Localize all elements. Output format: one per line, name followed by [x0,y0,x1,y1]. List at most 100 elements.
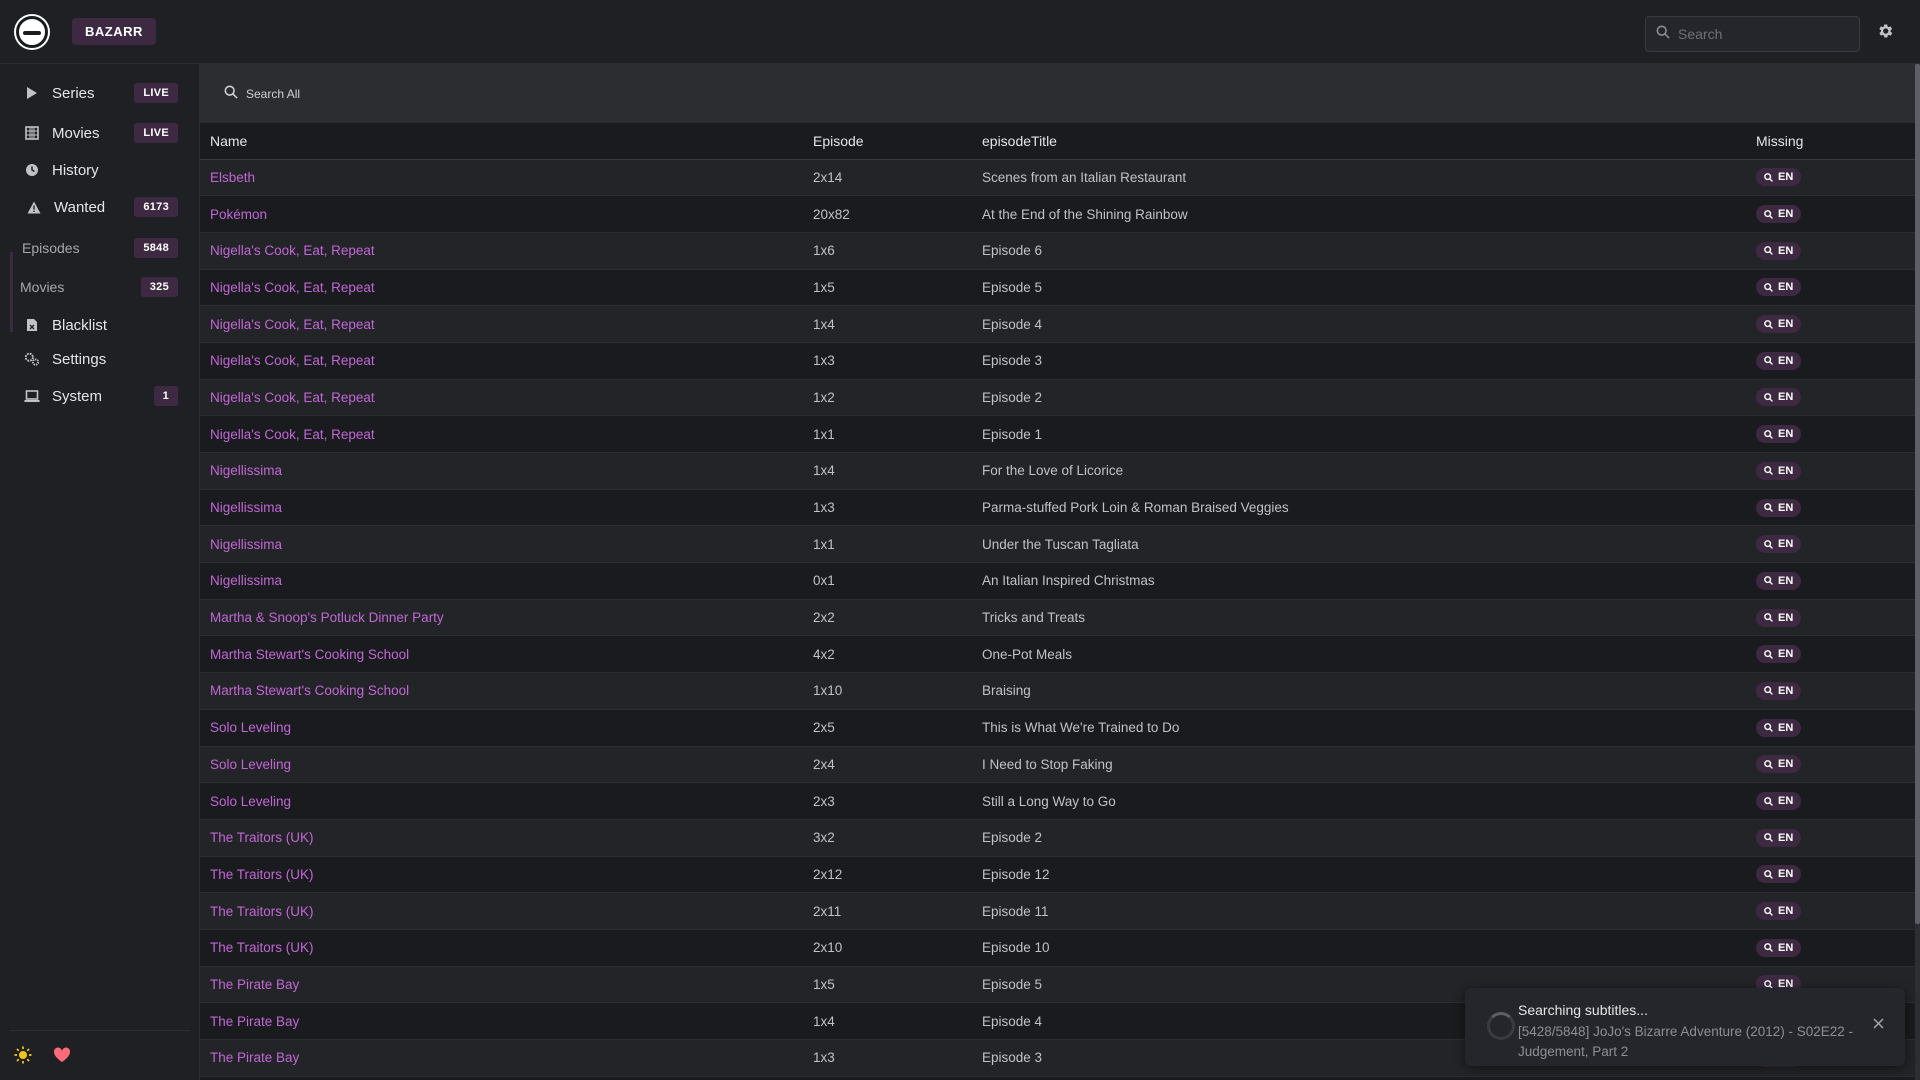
missing-subtitle-button[interactable]: EN [1756,718,1802,737]
series-name-link[interactable]: Nigellissima [200,525,803,564]
series-name-link[interactable]: Solo Leveling [200,782,803,820]
episode-title: Episode 4 [972,305,1746,343]
series-name-link[interactable]: Nigella's Cook, Eat, Repeat [200,415,803,453]
bazarr-logo-icon[interactable] [16,15,48,48]
search-icon [1764,576,1773,586]
missing-subtitle-button[interactable]: EN [1756,278,1802,297]
missing-subtitle-button[interactable]: EN [1756,351,1802,370]
missing-subtitle-button[interactable]: EN [1756,902,1802,921]
series-name-link[interactable]: Pokémon [200,195,803,233]
sidebar-item-system[interactable]: System 1 [0,380,200,412]
sidebar-item-wanted[interactable]: Wanted 6173 [0,191,200,223]
missing-subtitle-button[interactable]: EN [1756,681,1802,700]
episode-number: 1x2 [803,379,972,417]
missing-subtitle-button[interactable]: EN [1756,571,1802,590]
missing-subtitle-button[interactable]: EN [1756,792,1802,811]
missing-subtitle-button[interactable]: EN [1756,461,1802,480]
episode-title: Episode 2 [972,819,1746,857]
search-all-button[interactable]: Search All [224,85,300,102]
sidebar-item-series[interactable]: Series LIVE [0,77,200,109]
scrollbar-thumb[interactable] [1915,64,1920,924]
missing-cell: EN [1746,452,1915,490]
series-name-link[interactable]: The Traitors (UK) [200,892,803,930]
series-name-link[interactable]: The Pirate Bay [200,1002,803,1040]
missing-subtitle-button[interactable]: EN [1756,205,1802,224]
series-name-link[interactable]: Elsbeth [200,159,803,197]
series-name-link[interactable]: Nigella's Cook, Eat, Repeat [200,379,803,417]
missing-subtitle-button[interactable]: EN [1756,938,1802,957]
close-icon[interactable] [1870,1015,1886,1031]
sidebar-item-wanted-episodes[interactable]: Episodes 5848 [0,232,200,264]
missing-subtitle-button[interactable]: EN [1756,498,1802,517]
series-name-link[interactable]: The Traitors (UK) [200,929,803,967]
missing-subtitle-button[interactable]: EN [1756,608,1802,627]
missing-subtitle-button[interactable]: EN [1756,241,1802,260]
episode-number: 3x2 [803,819,972,857]
sidebar-divider [10,1030,190,1031]
sun-icon[interactable] [14,1046,32,1064]
gear-icon[interactable] [1876,22,1896,42]
episode-title: At the End of the Shining Rainbow [972,195,1746,233]
series-name-link[interactable]: Solo Leveling [200,746,803,784]
missing-language-label: EN [1778,831,1794,844]
missing-subtitle-button[interactable]: EN [1756,755,1802,774]
scrollbar[interactable] [1915,64,1920,1080]
series-name-link[interactable]: The Traitors (UK) [200,819,803,857]
column-header-missing[interactable]: Missing [1746,123,1915,160]
series-name-link[interactable]: Martha Stewart's Cooking School [200,672,803,710]
sidebar-item-settings[interactable]: Settings [0,343,200,375]
main-content: Search All Name Episode episodeTitle Mis… [200,64,1915,1080]
heart-icon[interactable] [53,1047,71,1065]
sidebar-item-wanted-movies[interactable]: Movies 325 [0,271,200,303]
table-row: The Traitors (UK) 3x2 Episode 2 EN [200,819,1915,857]
episode-number: 1x3 [803,1039,972,1077]
search-icon [1764,209,1773,219]
missing-language-label: EN [1778,244,1794,257]
series-name-link[interactable]: Nigella's Cook, Eat, Repeat [200,232,803,270]
series-name-link[interactable]: Martha & Snoop's Potluck Dinner Party [200,599,803,637]
column-header-episode[interactable]: Episode [803,123,972,160]
column-header-episode-title[interactable]: episodeTitle [972,123,1746,160]
episode-title: Episode 11 [972,892,1746,930]
system-count-badge: 1 [153,386,178,406]
episode-number: 2x4 [803,746,972,784]
missing-cell: EN [1746,782,1915,820]
series-name-link[interactable]: Nigella's Cook, Eat, Repeat [200,305,803,343]
column-header-name[interactable]: Name [200,123,803,160]
series-name-link[interactable]: Solo Leveling [200,709,803,747]
missing-subtitle-button[interactable]: EN [1756,535,1802,554]
series-name-link[interactable]: The Traitors (UK) [200,856,803,894]
missing-cell: EN [1746,195,1915,233]
episode-number: 1x3 [803,489,972,527]
missing-cell: EN [1746,599,1915,637]
series-name-link[interactable]: Nigella's Cook, Eat, Repeat [200,269,803,307]
series-name-link[interactable]: Martha Stewart's Cooking School [200,635,803,674]
missing-subtitle-button[interactable]: EN [1756,645,1802,664]
missing-subtitle-button[interactable]: EN [1756,388,1802,407]
missing-subtitle-button[interactable]: EN [1756,315,1802,334]
missing-language-label: EN [1778,464,1794,477]
sidebar-item-blacklist[interactable]: Blacklist [0,309,200,341]
sidebar-item-history[interactable]: History [0,154,200,186]
missing-subtitle-button[interactable]: EN [1756,865,1802,884]
series-name-link[interactable]: Nigellissima [200,452,803,490]
table-row: The Traitors (UK) 2x10 Episode 10 EN [200,929,1915,967]
series-name-link[interactable]: Nigella's Cook, Eat, Repeat [200,342,803,380]
series-name-link[interactable]: The Pirate Bay [200,1039,803,1077]
series-name-link[interactable]: Nigellissima [200,562,803,600]
search-icon [1764,466,1773,476]
missing-language-label: EN [1778,208,1794,221]
missing-subtitle-button[interactable]: EN [1756,828,1802,847]
missing-subtitle-button[interactable]: EN [1756,425,1802,444]
toast-message: [5428/5848] JoJo's Bizarre Adventure (20… [1518,1024,1854,1059]
series-name-link[interactable]: The Pirate Bay [200,966,803,1004]
series-name-link[interactable]: Nigellissima [200,489,803,527]
header-search-input[interactable] [1678,26,1848,42]
episode-title: Episode 1 [972,415,1746,453]
episode-title: Under the Tuscan Tagliata [972,525,1746,564]
header-search-box[interactable] [1645,16,1860,52]
episode-number: 1x1 [803,415,972,453]
sidebar-item-movies[interactable]: Movies LIVE [0,117,200,149]
missing-subtitle-button[interactable]: EN [1756,168,1802,187]
missing-cell: EN [1746,159,1915,197]
